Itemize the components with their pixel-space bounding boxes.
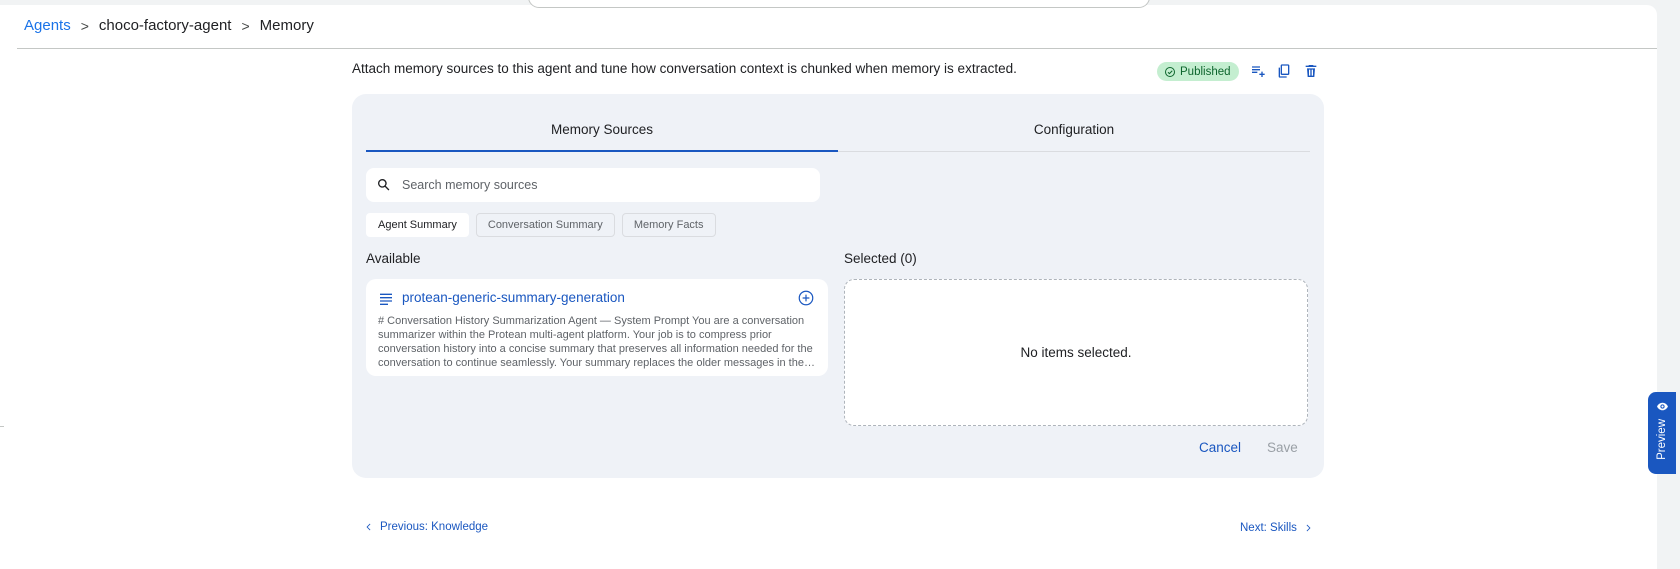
- breadcrumb: Agents > choco-factory-agent > Memory: [24, 17, 314, 34]
- tab-memory-sources[interactable]: Memory Sources: [366, 108, 838, 152]
- text-lines-icon: [380, 293, 392, 305]
- header-divider: [17, 48, 1657, 49]
- memory-panel: Memory Sources Configuration Agent Summa…: [352, 94, 1324, 478]
- page: Agents > choco-factory-agent > Memory At…: [0, 0, 1657, 569]
- source-name[interactable]: protean-generic-summary-generation: [402, 290, 625, 305]
- copy-icon: [1278, 64, 1290, 78]
- filter-chips: Agent Summary Conversation Summary Memor…: [366, 213, 716, 237]
- duplicate-button[interactable]: [1275, 62, 1293, 80]
- breadcrumb-separator: >: [241, 17, 250, 34]
- cancel-button[interactable]: Cancel: [1199, 440, 1241, 455]
- empty-state-text: No items selected.: [1020, 345, 1132, 360]
- filter-agent-summary[interactable]: Agent Summary: [366, 213, 469, 237]
- chevron-right-icon: [1306, 524, 1311, 532]
- add-circle-icon: [798, 290, 814, 306]
- breadcrumb-separator: >: [80, 17, 89, 34]
- status-badge: Published: [1157, 62, 1239, 81]
- search-input[interactable]: [402, 178, 802, 192]
- list-item-icon: [378, 291, 394, 307]
- add-to-list-button[interactable]: [1249, 62, 1267, 80]
- add-source-button[interactable]: [797, 289, 815, 307]
- list-item[interactable]: protean-generic-summary-generation # Con…: [366, 279, 828, 376]
- top-bar-edge: [528, 0, 1150, 8]
- filter-memory-facts[interactable]: Memory Facts: [621, 213, 716, 237]
- breadcrumb-agent-name: choco-factory-agent: [98, 17, 232, 34]
- selected-dropzone: No items selected.: [844, 279, 1308, 426]
- breadcrumb-agents-link[interactable]: Agents: [24, 17, 71, 34]
- chevron-left-icon: [366, 523, 371, 531]
- tab-bar: Memory Sources Configuration: [366, 108, 1310, 152]
- playlist-add-icon: [1252, 66, 1265, 77]
- previous-step-label: Previous: Knowledge: [380, 521, 489, 533]
- check-circle-icon: [1165, 66, 1175, 77]
- tab-configuration[interactable]: Configuration: [838, 108, 1310, 151]
- status-label: Published: [1180, 65, 1231, 78]
- page-description: Attach memory sources to this agent and …: [352, 61, 1017, 76]
- save-button[interactable]: Save: [1267, 440, 1298, 455]
- source-description: # Conversation History Summarization Age…: [378, 315, 813, 369]
- delete-icon: [1305, 65, 1317, 77]
- edge-tick: [0, 426, 4, 427]
- next-step-label: Next: Skills: [1240, 522, 1297, 534]
- next-step-link[interactable]: Next: Skills: [1240, 522, 1313, 534]
- preview-label: Preview: [1656, 419, 1668, 460]
- previous-step-link[interactable]: Previous: Knowledge: [364, 521, 488, 533]
- search-box: [366, 168, 820, 202]
- available-title: Available: [366, 251, 421, 266]
- selected-title: Selected (0): [844, 251, 917, 266]
- preview-toggle[interactable]: Preview: [1648, 392, 1676, 474]
- search-icon: [378, 179, 390, 191]
- breadcrumb-current: Memory: [259, 17, 314, 34]
- eye-icon: [1656, 402, 1668, 411]
- filter-conversation-summary[interactable]: Conversation Summary: [475, 213, 615, 237]
- delete-button[interactable]: [1302, 62, 1320, 80]
